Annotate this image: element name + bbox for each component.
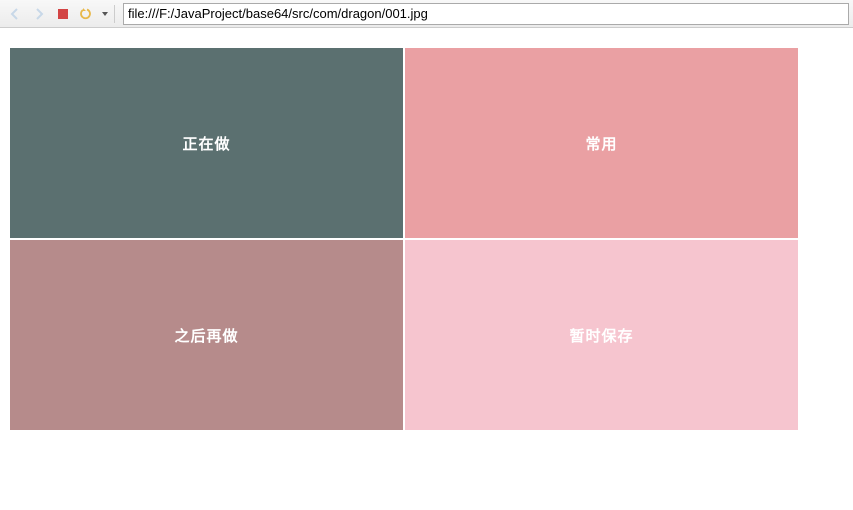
quadrant-later[interactable]: 之后再做	[10, 240, 403, 430]
toolbar-separator	[114, 5, 115, 23]
stop-button[interactable]	[52, 3, 74, 25]
back-arrow-icon	[8, 7, 22, 21]
refresh-button[interactable]	[76, 3, 98, 25]
chevron-down-icon	[101, 10, 109, 18]
browser-toolbar	[0, 0, 853, 28]
address-bar[interactable]	[123, 3, 849, 25]
quadrant-temp-save[interactable]: 暂时保存	[405, 240, 798, 430]
quadrant-label: 常用	[585, 133, 617, 154]
quadrant-label: 暂时保存	[569, 325, 633, 346]
quadrant-frequent[interactable]: 常用	[405, 48, 798, 238]
quadrant-doing[interactable]: 正在做	[10, 48, 403, 238]
back-button[interactable]	[4, 3, 26, 25]
forward-button[interactable]	[28, 3, 50, 25]
refresh-icon	[80, 7, 94, 21]
quadrant-grid: 正在做 常用 之后再做 暂时保存	[10, 48, 798, 430]
forward-arrow-icon	[32, 7, 46, 21]
toolbar-dropdown[interactable]	[100, 3, 110, 25]
quadrant-label: 正在做	[182, 133, 230, 154]
quadrant-label: 之后再做	[174, 325, 238, 346]
stop-icon	[57, 8, 69, 20]
page-content: 正在做 常用 之后再做 暂时保存	[0, 28, 853, 450]
